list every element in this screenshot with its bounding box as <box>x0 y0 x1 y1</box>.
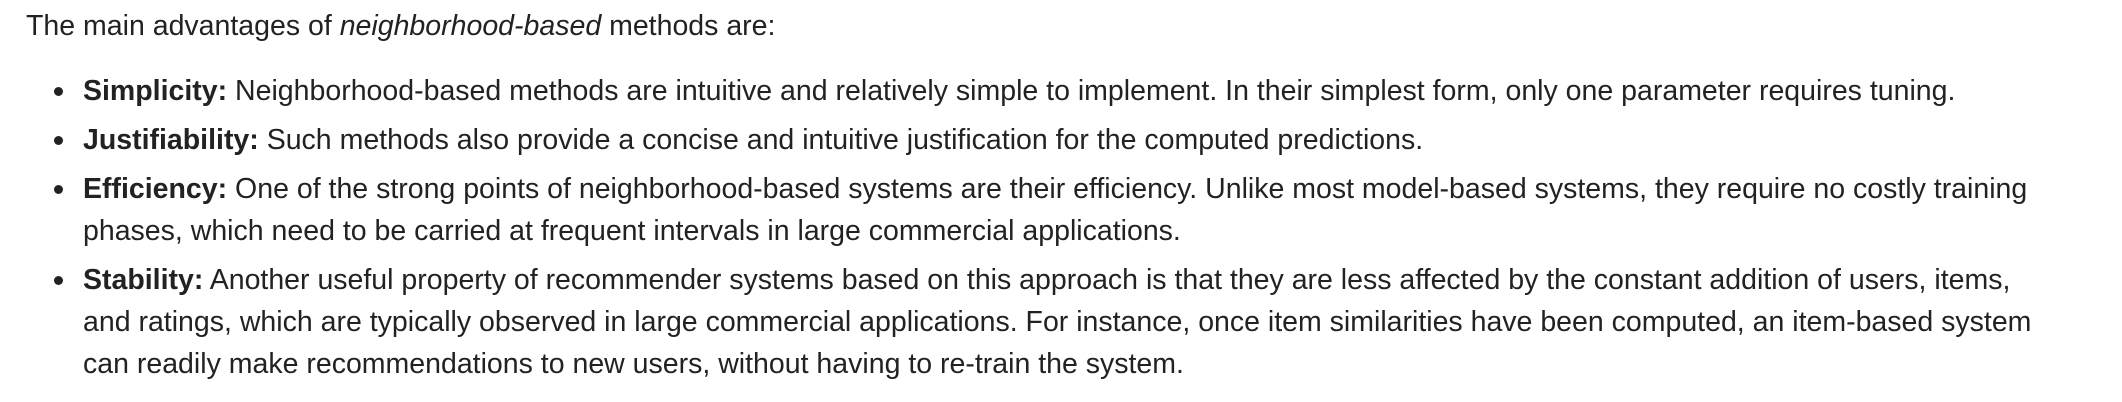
list-item-simplicity: Simplicity: Neighborhood-based methods a… <box>54 70 2096 112</box>
advantage-term: Stability: <box>83 264 204 296</box>
bullet-icon <box>54 276 63 285</box>
list-item-stability: Stability: Another useful property of re… <box>54 259 2096 385</box>
bullet-icon <box>54 185 63 194</box>
list-item-justifiability: Justifiability: Such methods also provid… <box>54 119 2096 161</box>
advantage-term: Simplicity: <box>83 75 228 107</box>
advantage-term: Efficiency: <box>83 173 228 205</box>
advantage-text: One of the strong points of neighborhood… <box>83 173 2028 247</box>
intro-emphasis: neighborhood-based <box>339 10 602 42</box>
advantage-term: Justifiability: <box>83 124 259 156</box>
advantage-text: Such methods also provide a concise and … <box>258 124 1424 156</box>
advantage-text: Another useful property of recommender s… <box>83 264 2032 380</box>
intro-paragraph: The main advantages of neighborhood-base… <box>26 6 2096 46</box>
bullet-icon <box>54 87 63 96</box>
bullet-icon <box>54 136 63 145</box>
list-item-efficiency: Efficiency: One of the strong points of … <box>54 168 2096 252</box>
advantages-list: Simplicity: Neighborhood-based methods a… <box>26 70 2096 385</box>
advantage-text: Neighborhood-based methods are intuitive… <box>227 75 1956 107</box>
intro-suffix: methods are: <box>601 10 776 42</box>
intro-prefix: The main advantages of <box>26 10 340 42</box>
document-body: The main advantages of neighborhood-base… <box>0 0 2122 385</box>
